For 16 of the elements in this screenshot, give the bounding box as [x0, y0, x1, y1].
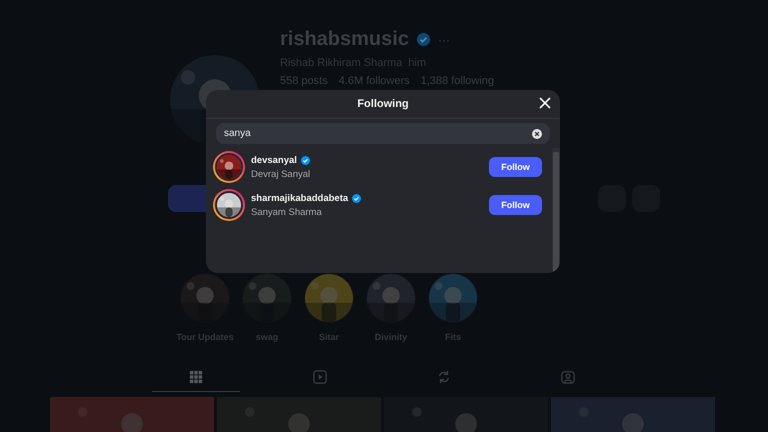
grid-icon [189, 370, 203, 384]
reels-icon [313, 370, 327, 384]
close-icon[interactable] [538, 96, 552, 110]
tagged-icon [561, 370, 575, 384]
more-options[interactable]: ··· [438, 32, 450, 46]
search-field[interactable]: sanya [216, 123, 550, 144]
follow-button[interactable]: Follow [489, 157, 542, 177]
clear-icon[interactable] [532, 128, 542, 138]
account-username[interactable]: devsanyal [251, 154, 297, 166]
scrollbar[interactable] [552, 148, 560, 273]
account-name: Sanyam Sharma [251, 206, 323, 218]
account-username[interactable]: sharmajikabaddabeta [251, 192, 348, 204]
dialog-title: Following [357, 98, 409, 110]
account-name: Devraj Sanyal [251, 168, 312, 180]
reposts-icon [437, 370, 451, 384]
follow-button[interactable]: Follow [489, 195, 542, 215]
